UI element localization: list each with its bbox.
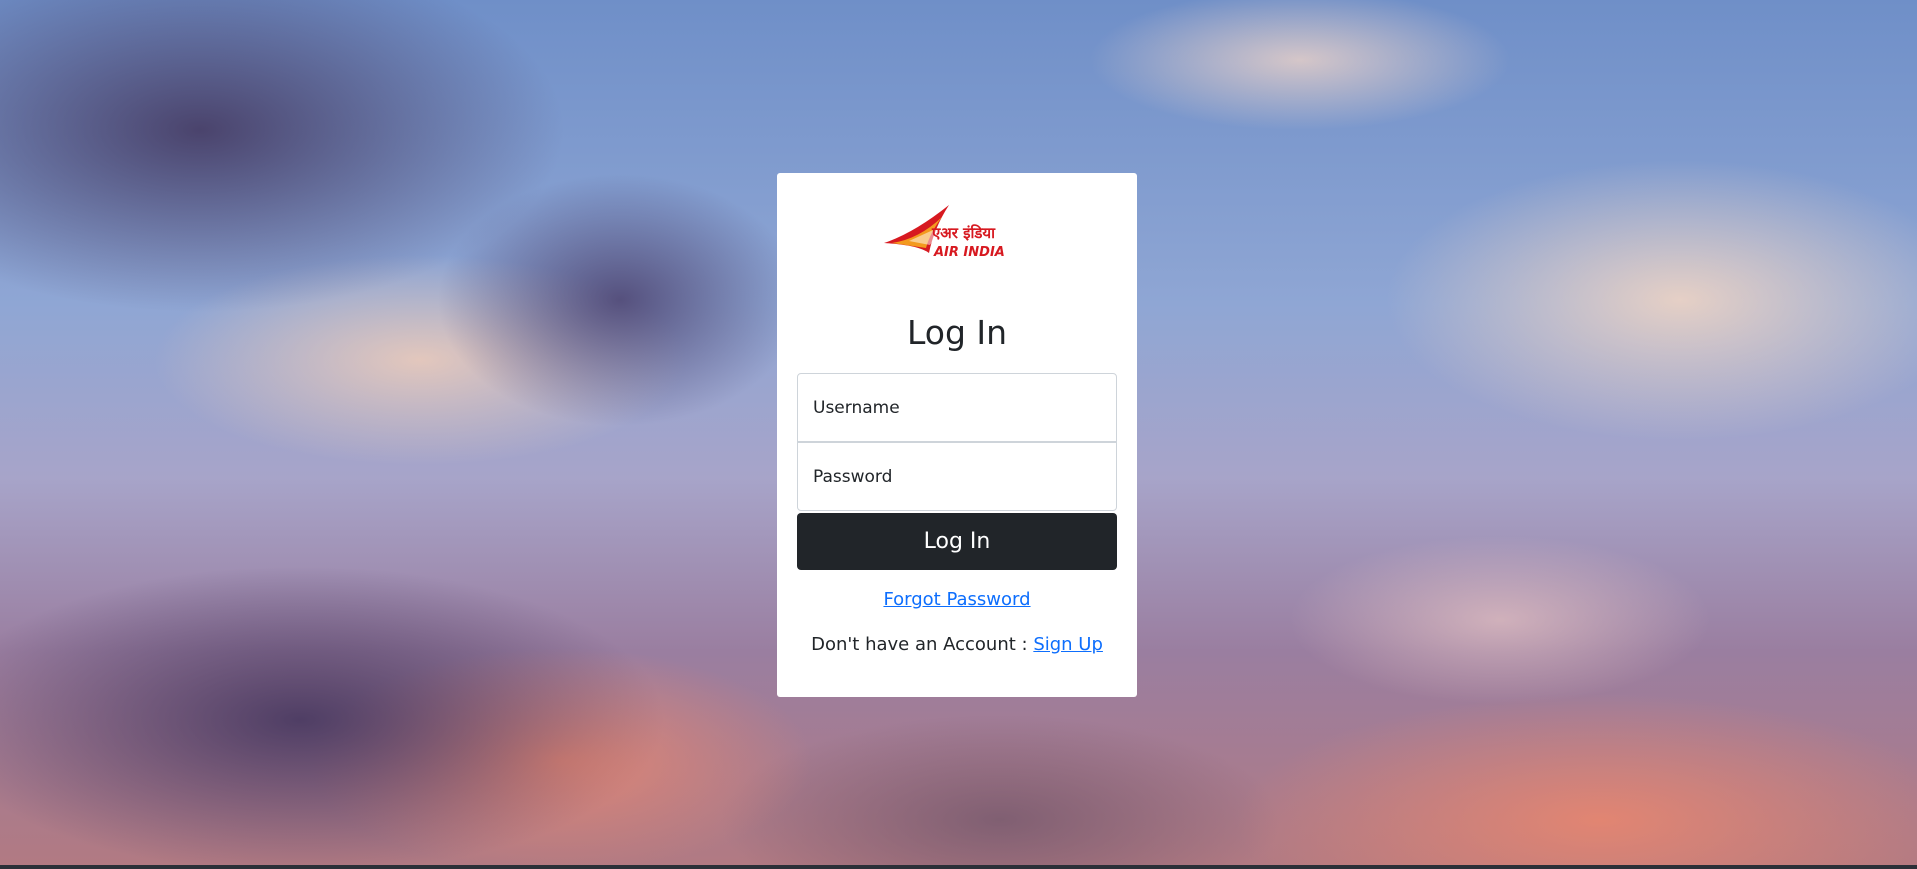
forgot-password-row: Forgot Password xyxy=(777,589,1137,610)
username-input[interactable] xyxy=(797,373,1117,442)
login-card: एअर इंडिया AIR INDIA Log In Log In Forgo… xyxy=(777,173,1137,697)
signup-link[interactable]: Sign Up xyxy=(1033,634,1103,655)
logo-english-text: AIR INDIA xyxy=(933,245,1005,260)
forgot-password-link[interactable]: Forgot Password xyxy=(883,589,1030,610)
air-india-logo: एअर इंडिया AIR INDIA xyxy=(884,205,1005,260)
password-input[interactable] xyxy=(797,442,1117,511)
no-account-text: Don't have an Account : xyxy=(811,634,1034,655)
bottom-strip xyxy=(0,865,1917,869)
page-title: Log In xyxy=(906,313,1008,352)
logo-hindi-text: एअर इंडिया xyxy=(931,224,996,242)
signup-row: Don't have an Account : Sign Up xyxy=(777,634,1137,655)
login-button[interactable]: Log In xyxy=(797,513,1117,570)
